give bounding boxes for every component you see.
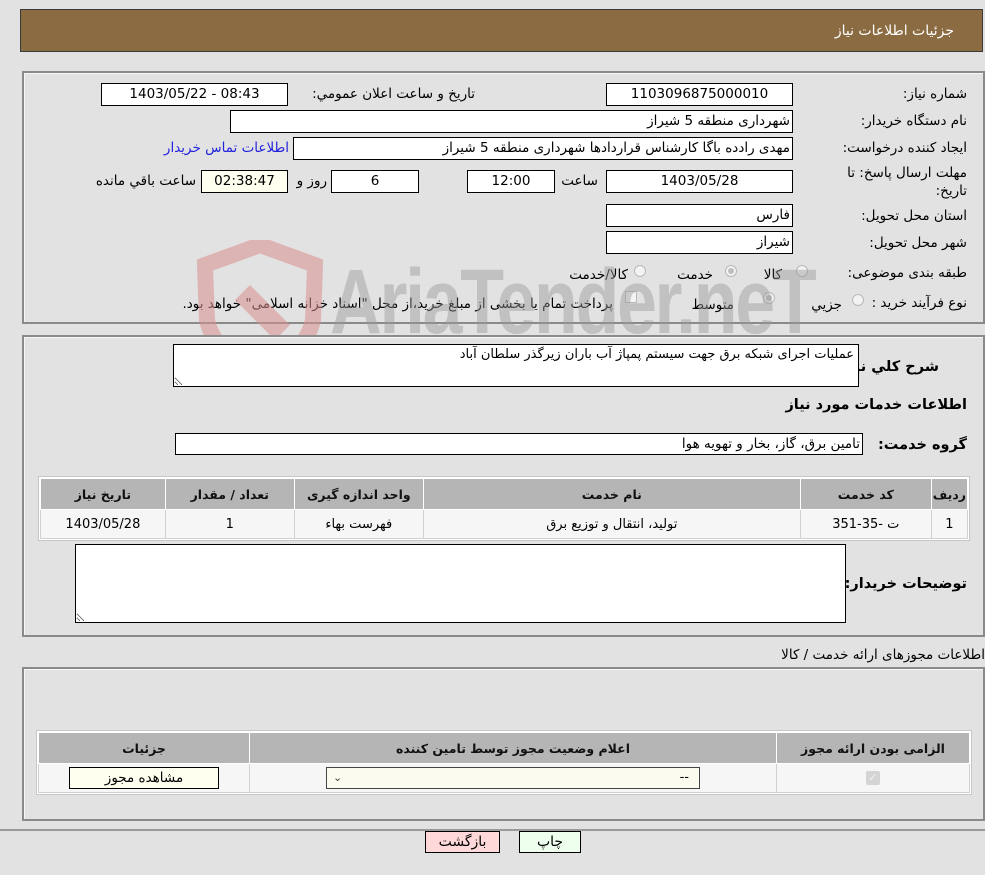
permit-status-select[interactable]: -- ⌄ [326, 767, 700, 789]
category-label-service: خدمت [677, 267, 713, 283]
process-label: نوع فرآيند خريد : [871, 295, 967, 311]
process-label-minor: جزيي [811, 297, 842, 313]
category-label-goods-service: کالا/خدمت [569, 267, 628, 283]
remaining-time-label: ساعت باقي مانده [95, 173, 196, 189]
col-permit-required: الزامی بودن ارائه مجوز [776, 732, 970, 764]
category-radio-service[interactable] [725, 265, 737, 277]
services-table-wrap: رديف کد خدمت نام خدمت واحد اندازه گيری ت… [38, 476, 970, 541]
deadline-label: مهلت ارسال پاسخ: تا تاريخ: [847, 165, 967, 199]
page-header: جزئيات اطلاعات نياز [20, 9, 983, 52]
requester-label: ايجاد کننده درخواست: [842, 140, 967, 156]
city-label: شهر محل تحويل: [869, 235, 967, 251]
permit-required-checkbox: ✓ [866, 771, 880, 785]
deadline-time-label: ساعت [561, 173, 598, 189]
cell-permit-status: -- ⌄ [249, 763, 777, 793]
col-row: رديف [930, 478, 969, 510]
view-permit-button[interactable]: مشاهده مجوز [69, 767, 219, 789]
deadline-time-field: 12:00 [467, 170, 555, 193]
buyer-org-label: نام دستگاه خريدار: [860, 113, 967, 129]
col-service-code: کد خدمت [799, 478, 932, 510]
category-label-goods: کالا [763, 267, 782, 283]
table-row: ✓ -- ⌄ مشاهده مجوز [38, 763, 970, 793]
col-quantity: تعداد / مقدار [164, 478, 295, 510]
cell-quantity: 1 [164, 509, 295, 539]
process-radio-medium[interactable] [763, 292, 775, 304]
days-field: 6 [331, 170, 419, 193]
buyer-contact-link[interactable]: اطلاعات تماس خريدار [164, 140, 289, 156]
description-textarea[interactable]: عمليات اجرای شبکه برق جهت سيستم پمپاژ آب… [173, 344, 859, 387]
need-number-field: 1103096875000010 [606, 83, 793, 106]
category-radio-goods-service[interactable] [634, 265, 646, 277]
print-button[interactable]: چاپ [519, 831, 581, 853]
permits-table: الزامی بودن ارائه مجوز اعلام وضعيت مجوز … [38, 732, 970, 793]
cell-unit: فهرست بهاء [293, 509, 424, 539]
services-table-header: رديف کد خدمت نام خدمت واحد اندازه گيری ت… [40, 478, 969, 510]
province-label: استان محل تحويل: [861, 208, 967, 224]
cell-permit-required: ✓ [776, 763, 970, 793]
services-table: رديف کد خدمت نام خدمت واحد اندازه گيری ت… [40, 478, 969, 539]
cell-service-name: توليد، انتقال و توزيع برق [422, 509, 801, 539]
days-label: روز و [296, 173, 327, 189]
buyer-org-field: شهرداری منطقه 5 شیراز [230, 110, 793, 133]
process-label-medium: متوسط [691, 297, 734, 313]
back-button[interactable]: بازگشت [425, 831, 500, 853]
buyer-notes-label: توضيحات خريدار: [844, 576, 967, 592]
category-label: طبقه بندی موضوعی: [847, 265, 967, 281]
cell-need-date: 1403/05/28 [40, 509, 166, 539]
permits-table-header: الزامی بودن ارائه مجوز اعلام وضعيت مجوز … [38, 732, 970, 764]
col-service-name: نام خدمت [422, 478, 801, 510]
remaining-time-field: 02:38:47 [201, 170, 288, 193]
requester-field: مهدی رادده باگا کارشناس قراردادها شهردار… [293, 137, 793, 160]
service-group-label: گروه خدمت: [877, 437, 967, 453]
permit-status-value: -- [679, 770, 689, 785]
announce-label: تاريخ و ساعت اعلان عمومي: [312, 86, 475, 102]
col-need-date: تاريخ نياز [40, 478, 166, 510]
col-permit-status: اعلام وضعيت مجوز توسط تامين کننده [249, 732, 777, 764]
chevron-down-icon: ⌄ [333, 771, 343, 784]
deadline-date-field: 1403/05/28 [606, 170, 793, 193]
permits-section-title: اطلاعات مجوزهای ارائه خدمت / کالا [781, 647, 985, 663]
buyer-notes-textarea[interactable] [75, 544, 846, 623]
col-unit: واحد اندازه گيری [293, 478, 424, 510]
cell-permit-details: مشاهده مجوز [38, 763, 250, 793]
cell-row: 1 [930, 509, 969, 539]
province-field: فارس [606, 204, 793, 227]
service-group-field: تامين برق، گاز، بخار و تهويه هوا [175, 433, 863, 455]
process-radio-minor[interactable] [852, 294, 864, 306]
table-row: 1 ت -35-351 توليد، انتقال و توزيع برق فه… [40, 509, 969, 539]
treasury-checkbox-label: پرداخت تمام يا بخشی از مبلغ خريد،از محل … [182, 296, 613, 312]
services-section-title: اطلاعات خدمات مورد نياز [785, 397, 967, 413]
page-title: جزئيات اطلاعات نياز [834, 23, 954, 39]
permits-table-wrap: الزامی بودن ارائه مجوز اعلام وضعيت مجوز … [36, 730, 972, 795]
category-radio-goods[interactable] [796, 265, 808, 277]
need-number-label: شماره نياز: [902, 86, 967, 102]
announce-field: 1403/05/22 - 08:43 [101, 83, 288, 106]
city-field: شیراز [606, 231, 793, 254]
col-permit-details: جزئيات [38, 732, 250, 764]
cell-service-code: ت -35-351 [799, 509, 932, 539]
treasury-checkbox[interactable] [625, 291, 637, 303]
